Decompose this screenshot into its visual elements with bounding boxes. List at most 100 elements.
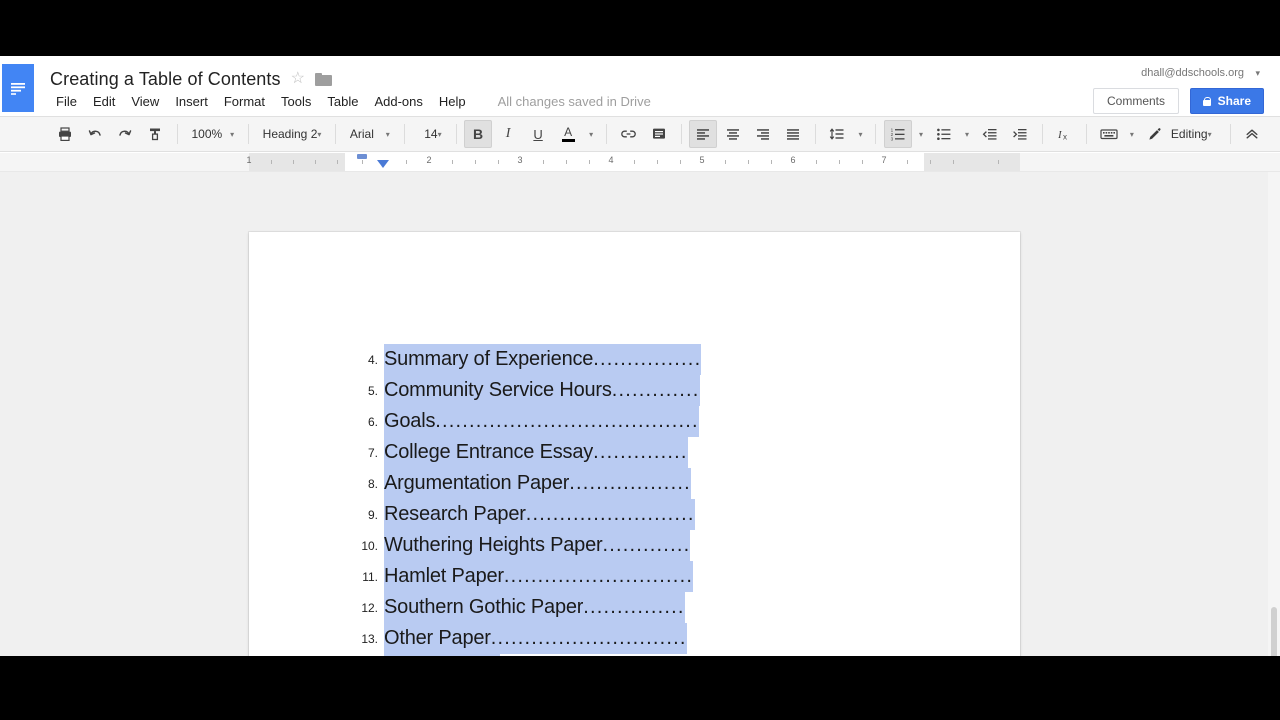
bulleted-list-dropdown[interactable]: ▾ bbox=[960, 120, 974, 148]
star-outline-icon[interactable]: ☆ bbox=[291, 71, 305, 87]
list-item-number: 5. bbox=[367, 384, 378, 398]
redo-button[interactable] bbox=[111, 120, 139, 148]
document-canvas[interactable]: 4. Summary of Experience................… bbox=[0, 172, 1280, 656]
ruler-number: 4 bbox=[608, 155, 614, 165]
menu-item-insert[interactable]: Insert bbox=[167, 92, 216, 111]
list-item-content[interactable]: Other Paper............................. bbox=[384, 623, 687, 654]
clear-formatting-button[interactable]: I x bbox=[1050, 120, 1078, 148]
align-right-button[interactable] bbox=[749, 120, 777, 148]
menu-item-view[interactable]: View bbox=[123, 92, 167, 111]
list-item-leader: ............................. bbox=[490, 623, 687, 654]
list-item[interactable]: 4. Summary of Experience................ bbox=[347, 344, 967, 375]
list-item-content[interactable]: Research Paper......................... bbox=[384, 499, 695, 530]
paragraph-style-select[interactable]: Heading 2 ▾ bbox=[256, 121, 329, 147]
print-button[interactable] bbox=[51, 120, 79, 148]
italic-button[interactable]: I bbox=[494, 120, 522, 148]
list-item-content[interactable]: College Entrance Essay.............. bbox=[384, 437, 688, 468]
list-item-content[interactable]: Wuthering Heights Paper............. bbox=[384, 530, 691, 561]
editing-mode-select[interactable]: Editing ▾ bbox=[1140, 121, 1219, 147]
text-color-button[interactable]: A bbox=[554, 120, 582, 148]
ruler-bar: 1 2 3 4 5 6 7 bbox=[0, 153, 1280, 172]
input-tools-dropdown[interactable]: ▾ bbox=[1125, 120, 1139, 148]
vertical-scrollbar[interactable] bbox=[1268, 172, 1280, 656]
align-center-button[interactable] bbox=[719, 120, 747, 148]
add-comment-button[interactable] bbox=[645, 120, 673, 148]
increase-indent-button[interactable] bbox=[1006, 120, 1034, 148]
bulleted-list-button[interactable] bbox=[930, 120, 958, 148]
bold-button[interactable]: B bbox=[464, 120, 493, 148]
text-color-label: A bbox=[564, 124, 573, 139]
list-item[interactable]: 5. Community Service Hours............. bbox=[347, 375, 967, 406]
line-spacing-button[interactable] bbox=[823, 120, 851, 148]
numbered-list-button[interactable]: 1 2 3 bbox=[883, 120, 912, 148]
list-item[interactable]: 6. Goals................................… bbox=[347, 406, 967, 437]
menu-item-file[interactable]: File bbox=[50, 92, 85, 111]
decrease-indent-button[interactable] bbox=[976, 120, 1004, 148]
list-item[interactable]: 11. Hamlet Paper........................… bbox=[347, 561, 967, 592]
page-title[interactable]: Creating a Table of Contents bbox=[50, 69, 281, 90]
line-spacing-dropdown[interactable]: ▾ bbox=[853, 120, 867, 148]
list-item-content[interactable]: Argumentation Paper.................. bbox=[384, 468, 691, 499]
list-item[interactable]: 8. Argumentation Paper.................. bbox=[347, 468, 967, 499]
ruler-left-margin bbox=[249, 153, 345, 171]
list-item-content[interactable]: Southern Gothic Paper............... bbox=[384, 592, 685, 623]
list-item-label: Other Paper.. bbox=[384, 654, 501, 656]
menu-item-addons[interactable]: Add-ons bbox=[366, 92, 430, 111]
vertical-scrollbar-thumb[interactable] bbox=[1271, 607, 1277, 656]
share-button[interactable]: Share bbox=[1189, 88, 1264, 114]
folder-icon[interactable] bbox=[314, 72, 332, 86]
docs-home-logo[interactable] bbox=[2, 64, 34, 112]
align-center-icon bbox=[725, 126, 741, 142]
menu-item-help[interactable]: Help bbox=[431, 92, 474, 111]
hide-menus-button[interactable] bbox=[1238, 120, 1266, 148]
insert-link-button[interactable] bbox=[615, 120, 643, 148]
comments-button[interactable]: Comments bbox=[1092, 88, 1179, 114]
menu-item-edit[interactable]: Edit bbox=[85, 92, 123, 111]
ruler-number: 5 bbox=[699, 155, 705, 165]
text-color-dropdown[interactable]: ▾ bbox=[584, 120, 598, 148]
menu-item-tools[interactable]: Tools bbox=[273, 92, 319, 111]
list-item[interactable]: 10. Wuthering Heights Paper............. bbox=[347, 530, 967, 561]
chevron-down-icon: ▾ bbox=[385, 129, 390, 139]
list-item[interactable]: 14. Other Paper.........................… bbox=[347, 654, 967, 656]
first-line-indent-marker[interactable] bbox=[357, 154, 367, 159]
menu-item-format[interactable]: Format bbox=[216, 92, 273, 111]
left-indent-marker[interactable] bbox=[377, 160, 389, 168]
paint-format-icon bbox=[147, 126, 163, 142]
undo-button[interactable] bbox=[81, 120, 109, 148]
align-justify-button[interactable] bbox=[779, 120, 807, 148]
list-item[interactable]: 7. College Entrance Essay.............. bbox=[347, 437, 967, 468]
account-email[interactable]: dhall@ddschools.org bbox=[1141, 67, 1244, 79]
paint-format-button[interactable] bbox=[141, 120, 169, 148]
google-docs-window: Creating a Table of Contents ☆ File Edit… bbox=[0, 56, 1280, 656]
align-justify-icon bbox=[785, 126, 801, 142]
list-item-number: 8. bbox=[367, 477, 378, 491]
list-item[interactable]: 13. Other Paper.........................… bbox=[347, 623, 967, 654]
ruler-number: 1 bbox=[246, 155, 252, 165]
numbered-list-dropdown[interactable]: ▾ bbox=[914, 120, 928, 148]
list-item[interactable]: 12. Southern Gothic Paper............... bbox=[347, 592, 967, 623]
chevron-down-icon[interactable]: ▾ bbox=[1255, 68, 1260, 79]
list-item-number: 6. bbox=[367, 415, 378, 429]
list-item-content[interactable]: Summary of Experience................ bbox=[384, 344, 702, 375]
align-left-button[interactable] bbox=[689, 120, 718, 148]
zoom-select[interactable]: 100% ▾ bbox=[184, 121, 241, 147]
font-size-select[interactable]: 14 ▾ bbox=[411, 121, 448, 147]
list-item-content[interactable]: Community Service Hours............. bbox=[384, 375, 700, 406]
document-page[interactable]: 4. Summary of Experience................… bbox=[249, 232, 1020, 656]
font-family-select[interactable]: Arial ▾ bbox=[343, 121, 397, 147]
font-size-value: 14 bbox=[424, 127, 438, 141]
list-item-content[interactable]: Goals...................................… bbox=[384, 406, 699, 437]
input-tools-button[interactable] bbox=[1095, 120, 1123, 148]
ruler[interactable]: 1 2 3 4 5 6 7 bbox=[246, 153, 1020, 171]
menu-item-table[interactable]: Table bbox=[319, 92, 366, 111]
list-item-content[interactable]: Other Paper............................. bbox=[384, 654, 683, 656]
print-icon bbox=[57, 126, 73, 142]
list-item-content[interactable]: Hamlet Paper............................ bbox=[384, 561, 694, 592]
underline-button[interactable]: U bbox=[524, 120, 552, 148]
table-of-contents-list[interactable]: 4. Summary of Experience................… bbox=[347, 344, 967, 656]
ruler-number: 2 bbox=[426, 155, 432, 165]
chevron-down-icon: ▾ bbox=[1207, 129, 1212, 139]
pencil-icon bbox=[1147, 127, 1162, 142]
list-item[interactable]: 9. Research Paper.......................… bbox=[347, 499, 967, 530]
